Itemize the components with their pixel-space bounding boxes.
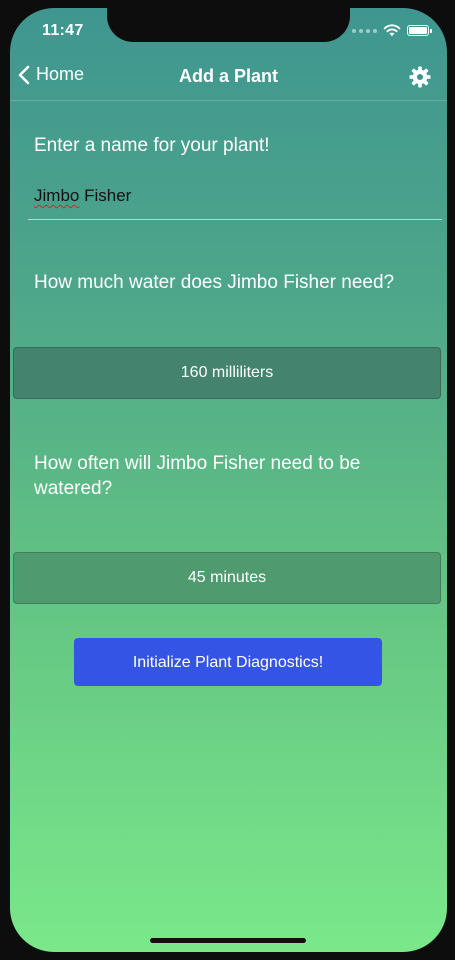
signal-icon (352, 28, 377, 33)
app-screen: 11:47 Home Add a Plant Enter a name for … (10, 8, 447, 952)
home-indicator[interactable] (150, 938, 306, 943)
plant-name-first: Jimbo (34, 186, 80, 205)
plant-name-rest: Fisher (79, 186, 132, 205)
status-icons (352, 24, 432, 37)
device-frame: 11:47 Home Add a Plant Enter a name for … (0, 0, 455, 960)
status-time: 11:47 (42, 22, 84, 39)
initialize-diagnostics-button[interactable]: Initialize Plant Diagnostics! (74, 638, 382, 686)
watering-frequency-selector[interactable]: 45 minutes (13, 552, 441, 604)
frequency-prompt: How often will Jimbo Fisher need to be w… (34, 453, 361, 499)
water-amount-selector[interactable]: 160 milliliters (13, 347, 441, 399)
navigation-bar: Home Add a Plant (10, 54, 447, 101)
page-title: Add a Plant (178, 66, 278, 86)
name-prompt: Enter a name for your plant! (34, 135, 270, 156)
battery-icon (407, 25, 432, 36)
water-prompt: How much water does Jimbo Fisher need? (34, 272, 395, 293)
wifi-icon (383, 24, 401, 37)
gear-icon[interactable] (409, 66, 431, 88)
device-notch (107, 8, 350, 42)
plant-name-input[interactable]: Jimbo Fisher (28, 176, 442, 220)
